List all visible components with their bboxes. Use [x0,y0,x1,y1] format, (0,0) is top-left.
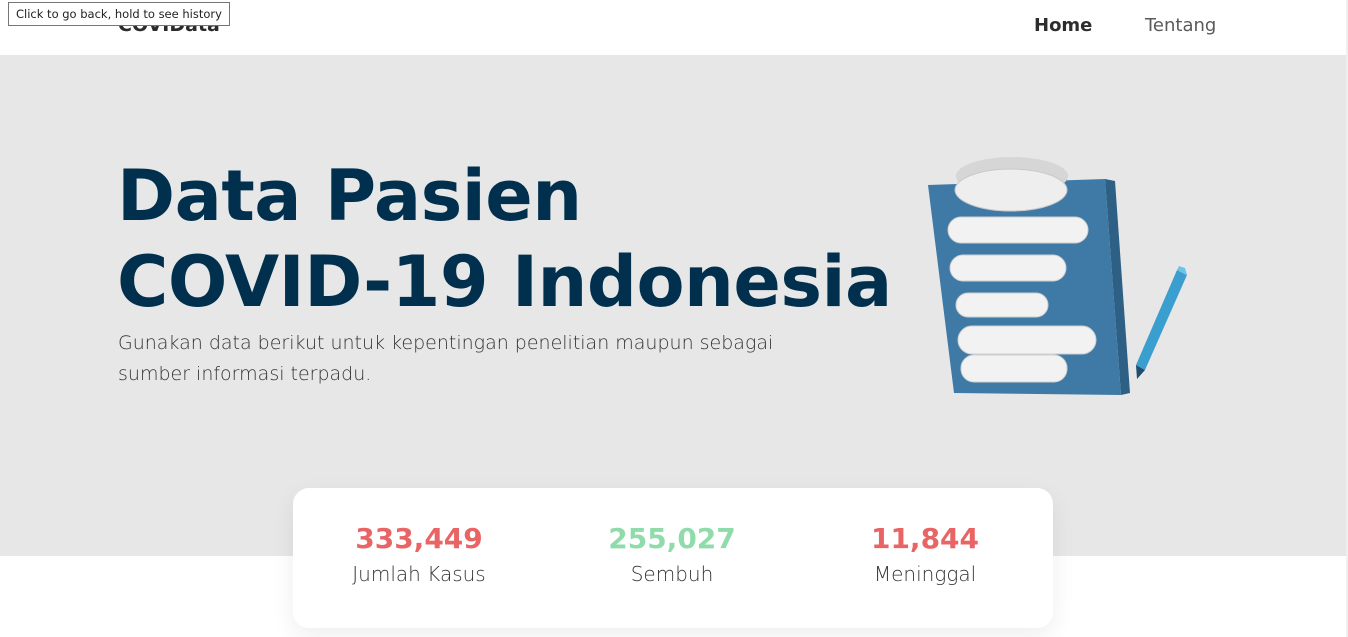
stat-label: Jumlah Kasus [352,562,486,586]
stat-label: Sembuh [630,562,714,586]
hero-subtitle: Gunakan data berikut untuk kepentingan p… [118,332,774,385]
hero-section: Data Pasien COVID-19 Indonesia Gunakan d… [0,55,1348,556]
stats-card: 333,449 Jumlah Kasus 255,027 Sembuh 11,8… [293,488,1053,628]
back-button-tooltip: Click to go back, hold to see history [8,2,230,26]
stat-value: 333,449 [355,522,483,555]
stat-value: 11,844 [870,522,980,555]
stat-deaths: 11,844 Meninggal [800,522,1050,588]
pencil-icon [1136,266,1187,379]
nav-link-home[interactable]: Home [1034,15,1092,36]
stat-recovered: 255,027 Sembuh [547,522,797,588]
hero-title: Data Pasien COVID-19 Indonesia [117,153,917,325]
stat-value: 255,027 [608,522,736,555]
stat-label: Meninggal [873,562,977,586]
clipboard-with-pencil-illustration [928,157,1187,395]
hero-title-line-1: Data Pasien [117,155,582,237]
stat-total-cases: 333,449 Jumlah Kasus [294,522,544,588]
hero-title-line-2: COVID-19 Indonesia [117,241,892,323]
nav-link-tentang[interactable]: Tentang [1145,15,1216,36]
